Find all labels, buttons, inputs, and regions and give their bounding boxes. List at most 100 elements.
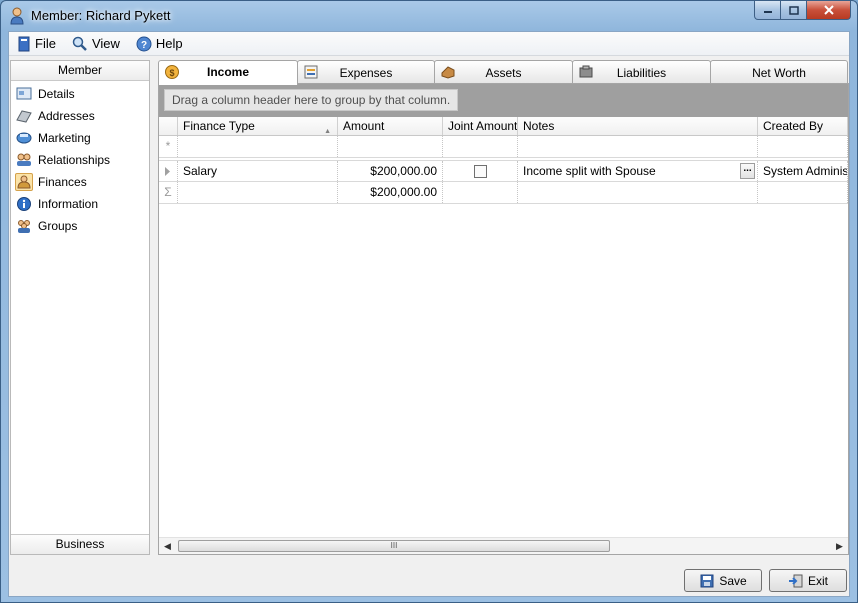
amount-cell[interactable]: $200,000.00 <box>338 161 443 181</box>
sidebar-item-information[interactable]: Information <box>11 193 149 215</box>
menu-help[interactable]: ? Help <box>136 36 183 52</box>
column-header-joint-amount[interactable]: Joint Amount <box>443 117 518 135</box>
menu-view[interactable]: View <box>72 36 120 52</box>
marketing-icon <box>15 129 33 147</box>
sidebar-item-finances[interactable]: Finances <box>11 171 149 193</box>
tab-income[interactable]: $ Income <box>158 60 298 85</box>
scroll-thumb[interactable]: III <box>178 540 610 552</box>
member-window: Member: Richard Pykett File View ? Help … <box>0 0 858 603</box>
summary-row: Σ $200,000.00 <box>159 182 848 204</box>
column-header-amount[interactable]: Amount <box>338 117 443 135</box>
finance-tabs: $ Income Expenses Assets Liabilities Net… <box>158 60 849 85</box>
sidebar-item-details[interactable]: Details <box>11 83 149 105</box>
details-icon <box>15 85 33 103</box>
column-header-label: Finance Type <box>183 119 255 133</box>
group-by-hint: Drag a column header here to group by th… <box>164 89 459 111</box>
notes-text: Income split with Spouse <box>523 164 656 178</box>
sidebar-item-groups[interactable]: Groups <box>11 215 149 237</box>
row-selector[interactable] <box>159 161 178 181</box>
sidebar-item-label: Information <box>38 197 99 211</box>
income-grid: Finance Type ▲ Amount Joint Amount Notes… <box>159 117 848 204</box>
help-icon: ? <box>136 36 152 51</box>
tab-net-worth[interactable]: Net Worth <box>710 60 848 83</box>
tab-liabilities[interactable]: Liabilities <box>572 60 711 83</box>
finance-type-cell[interactable]: Salary <box>178 161 338 181</box>
sum-icon: Σ <box>159 182 178 203</box>
column-header-label: Joint Amount <box>448 119 518 133</box>
sidebar: Member Details Addresses Marketing Relat… <box>10 60 150 555</box>
sidebar-item-label: Groups <box>38 219 78 233</box>
close-button[interactable] <box>807 1 851 20</box>
tab-label: Assets <box>485 66 522 80</box>
column-header-label: Amount <box>343 119 385 133</box>
menu-help-label: Help <box>155 36 183 51</box>
column-header-finance-type[interactable]: Finance Type ▲ <box>178 117 338 135</box>
sidebar-item-label: Marketing <box>38 131 91 145</box>
exit-button[interactable]: Exit <box>769 569 847 592</box>
close-icon <box>823 5 834 15</box>
table-row[interactable]: Salary $200,000.00 Income split with Spo… <box>159 160 848 182</box>
summary-created-by <box>758 182 848 203</box>
tab-label: Net Worth <box>752 66 806 80</box>
income-grid-panel: Drag a column header here to group by th… <box>158 83 849 555</box>
sidebar-item-label: Details <box>38 87 75 101</box>
file-icon <box>18 36 30 51</box>
new-amount-cell[interactable] <box>338 136 443 157</box>
sidebar-item-label: Addresses <box>38 109 95 123</box>
notes-cell[interactable]: Income split with Spouse ... <box>518 161 758 181</box>
new-notes-cell[interactable] <box>518 136 758 157</box>
tab-label: Income <box>206 65 249 79</box>
tab-label: Expenses <box>339 66 393 80</box>
save-button[interactable]: Save <box>684 569 762 592</box>
column-header-notes[interactable]: Notes <box>518 117 758 135</box>
relationships-icon <box>15 151 33 169</box>
column-header-created-by[interactable]: Created By <box>758 117 848 135</box>
scroll-right-icon[interactable]: ▶ <box>831 538 848 554</box>
summary-finance-type <box>178 182 338 203</box>
finances-icon <box>15 173 33 191</box>
total-amount: $200,000.00 <box>338 182 443 203</box>
sidebar-item-marketing[interactable]: Marketing <box>11 127 149 149</box>
joint-amount-checkbox[interactable] <box>473 165 487 178</box>
tab-expenses[interactable]: Expenses <box>297 60 435 83</box>
minimize-button[interactable] <box>754 1 781 20</box>
member-icon <box>10 7 24 25</box>
view-icon <box>72 36 87 51</box>
notes-edit-button[interactable]: ... <box>740 163 755 179</box>
client-area: File View ? Help Member Details Addresse… <box>8 31 850 597</box>
column-header-label: Notes <box>523 119 555 133</box>
tab-assets[interactable]: Assets <box>434 60 573 83</box>
sidebar-header[interactable]: Member <box>11 61 149 81</box>
created-by-cell[interactable]: System Administr... <box>758 161 848 181</box>
window-controls <box>754 1 851 20</box>
title-bar[interactable]: Member: Richard Pykett <box>1 1 857 31</box>
sidebar-item-relationships[interactable]: Relationships <box>11 149 149 171</box>
row-indicator-header <box>159 117 178 135</box>
window-title: Member: Richard Pykett <box>31 8 171 23</box>
menu-file[interactable]: File <box>17 36 56 52</box>
maximize-button[interactable] <box>781 1 807 20</box>
sort-ascending-icon: ▲ <box>324 128 331 135</box>
new-created-by-cell[interactable] <box>758 136 848 157</box>
joint-amount-cell[interactable] <box>443 161 518 181</box>
maximize-icon <box>788 5 799 15</box>
scroll-left-icon[interactable]: ◀ <box>159 538 176 554</box>
row-pointer-icon <box>165 167 170 176</box>
horizontal-scrollbar[interactable]: ◀ III ▶ <box>159 537 848 554</box>
sidebar-footer[interactable]: Business <box>11 534 149 554</box>
tab-label: Liabilities <box>616 66 667 80</box>
new-row-marker: * <box>159 136 178 157</box>
sidebar-item-addresses[interactable]: Addresses <box>11 105 149 127</box>
grid-header-row: Finance Type ▲ Amount Joint Amount Notes… <box>159 117 848 136</box>
group-by-area[interactable]: Drag a column header here to group by th… <box>159 84 848 117</box>
save-label: Save <box>719 573 747 588</box>
summary-joint-amount <box>443 182 518 203</box>
sidebar-item-label: Finances <box>38 175 87 189</box>
column-header-label: Created By <box>763 119 824 133</box>
addresses-icon <box>15 107 33 125</box>
new-finance-type-cell[interactable] <box>178 136 338 157</box>
minimize-icon <box>763 11 772 13</box>
new-joint-amount-cell[interactable] <box>443 136 518 157</box>
new-row[interactable]: * <box>159 136 848 158</box>
footer-bar: Save Exit <box>9 558 849 596</box>
